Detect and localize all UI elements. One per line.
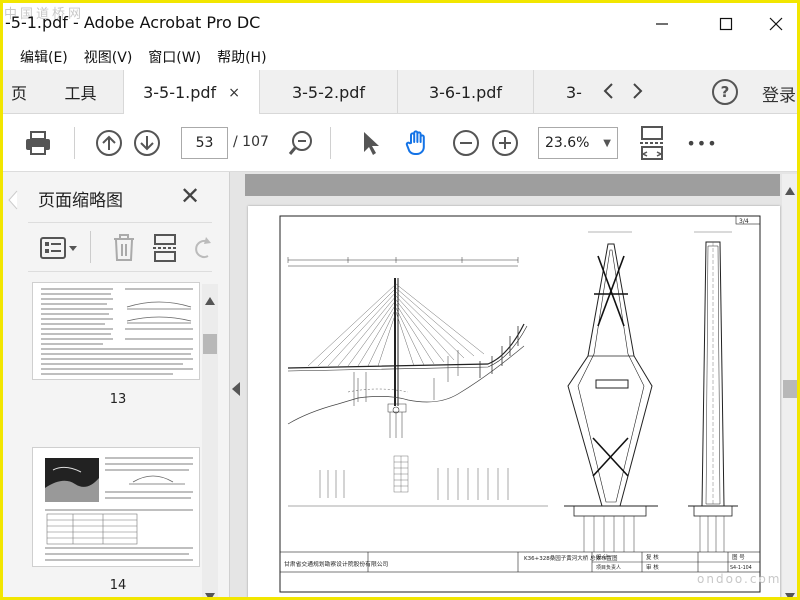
thumbnail-label-14: 14 [109,578,127,593]
tab-tools[interactable]: 工具 [38,70,124,114]
hand-tool-icon[interactable] [403,129,431,157]
review-label: 复 核 [646,553,659,561]
thumbnail-scroll-thumb[interactable] [203,334,217,354]
toolbar: ••• [0,114,800,172]
tab-label: 3- [566,82,582,102]
panel-separator [90,231,91,263]
sheet-number: 3/4 [739,218,749,225]
doc-scroll-down-icon[interactable] [785,586,795,600]
tab-close-icon[interactable]: × [228,85,240,101]
drawing-number-label: 图 号 [732,553,745,561]
thumbnail-text-lines [41,288,193,375]
bridge-drawing: 3/4 甘肃省交通规划勘察设计院股份有限公司 K36+328桑园子黄河大桥 总体… [279,215,761,593]
more-label: ••• [686,133,718,153]
rotate-icon[interactable] [192,236,212,264]
collapse-panel-icon[interactable] [232,382,240,399]
approve-label: 审 核 [646,563,659,571]
chevron-right-icon[interactable] [632,82,644,105]
zoom-value: 23.6% [545,135,590,151]
drawing-number: S4-1-104 [730,565,752,571]
thumbnail-scrollbar[interactable] [202,284,218,598]
tab-bar: 页 工具 3-5-1.pdf × 3-5-2.pdf 3-6-1.pdf 3- [0,70,800,115]
trash-icon[interactable] [112,234,136,266]
thumbnail-page-14[interactable] [32,447,200,567]
doc-scroll-up-icon[interactable] [785,180,795,199]
menu-help[interactable]: 帮助(H) [217,47,266,67]
page-number-input[interactable]: 53 [181,127,228,159]
login-button[interactable]: 登录 [762,81,796,106]
insert-pages-icon[interactable] [152,234,178,266]
document-scroll-thumb[interactable] [783,380,797,398]
options-menu-icon[interactable] [40,236,78,264]
menu-bar: 编辑(E) 视图(V) 窗口(W) 帮助(H) [0,44,800,70]
panel-toolbar [28,222,212,272]
zoom-select[interactable]: 23.6% ▼ [538,127,618,159]
design-label: 设 计 [596,553,609,561]
thumbnail-label-13: 13 [109,392,127,407]
maximize-icon[interactable] [704,8,748,40]
toolbar-separator [74,127,75,159]
tab-home-label: 页 [10,84,27,103]
chief-label: 项目负责人 [596,564,621,571]
page-down-icon[interactable] [133,129,161,157]
print-icon[interactable] [24,129,52,157]
chevron-left-icon[interactable] [602,82,614,105]
menu-window[interactable]: 窗口(W) [148,47,201,67]
toolbar-separator [330,127,331,159]
help-icon[interactable]: ? [712,79,738,105]
select-arrow-icon[interactable] [356,129,384,157]
document-page: 3/4 甘肃省交通规划勘察设计院股份有限公司 K36+328桑园子黄河大桥 总体… [248,206,780,598]
scroll-down-icon[interactable] [205,586,215,600]
tab-document-3-5-1[interactable]: 3-5-1.pdf × [124,70,260,115]
help-icon-label: ? [720,83,730,101]
tab-tools-label: 工具 [64,84,97,103]
panel-title: 页面缩略图 [38,191,123,211]
zoom-in-icon[interactable] [491,129,519,157]
tab-home[interactable]: 页 [0,70,38,114]
thumbnail-page-13[interactable] [32,282,200,380]
menu-view[interactable]: 视图(V) [84,47,133,67]
thumbnail-content [45,457,193,561]
window-title: -5-1.pdf - Adobe Acrobat Pro DC [5,13,261,32]
page-total: / 107 [233,134,269,150]
close-panel-icon[interactable]: ✕ [180,182,200,210]
company-name: 甘肃省交通规划勘察设计院股份有限公司 [284,560,389,568]
tab-document-partial[interactable]: 3- [534,70,588,114]
chevron-down-icon: ▼ [603,138,611,149]
panel-pointer-icon [8,190,18,214]
fit-page-icon[interactable] [638,126,666,160]
title-bar: 中国道桥网 -5-1.pdf - Adobe Acrobat Pro DC [0,0,800,44]
menu-edit[interactable]: 编辑(E) [20,47,68,67]
tab-label: 3-5-1.pdf [143,83,217,102]
close-icon[interactable] [754,8,798,40]
zoom-out-icon[interactable] [452,129,480,157]
scroll-up-icon[interactable] [205,290,215,309]
tab-document-3-5-2[interactable]: 3-5-2.pdf [260,70,398,114]
footer-watermark: ondoo.com [697,572,782,586]
tab-label: 3-6-1.pdf [428,82,503,102]
page-up-icon[interactable] [95,129,123,157]
zoom-search-icon[interactable] [287,129,315,157]
more-icon[interactable]: ••• [686,129,718,157]
minimize-icon[interactable] [640,8,684,40]
tab-label: 3-5-2.pdf [291,82,366,102]
previous-page-edge [245,174,780,196]
tab-document-3-6-1[interactable]: 3-6-1.pdf [398,70,534,114]
